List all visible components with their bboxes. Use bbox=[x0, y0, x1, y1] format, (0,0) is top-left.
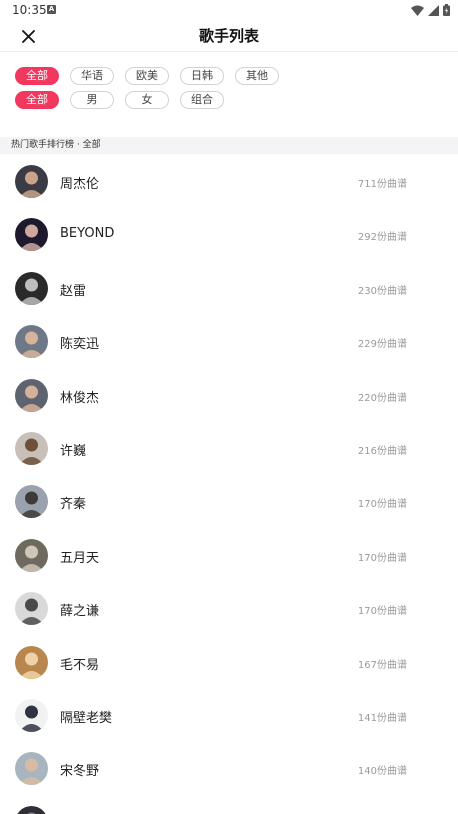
singer-name: BEYOND bbox=[60, 226, 115, 242]
singer-avatar bbox=[15, 645, 48, 679]
singer-list-item[interactable]: 周杰伦 711份曲谱 bbox=[0, 155, 458, 208]
category-filter-row: 全部 华语 欧美 日韩 其他 bbox=[15, 67, 445, 85]
type-filter-chip[interactable]: 组合 bbox=[180, 91, 224, 109]
singer-name: 林俊杰 bbox=[60, 390, 100, 406]
category-filter-chip[interactable]: 欧美 bbox=[125, 67, 169, 85]
singer-avatar bbox=[15, 431, 48, 465]
score-count: 220份曲谱 bbox=[357, 392, 407, 404]
singer-list-item[interactable]: 林俊杰 220份曲谱 bbox=[0, 369, 458, 422]
singer-name: 齐秦 bbox=[60, 497, 87, 513]
score-count: 170份曲谱 bbox=[357, 552, 407, 564]
score-count: 230份曲谱 bbox=[357, 285, 407, 297]
filter-panel: 全部 华语 欧美 日韩 其他 全部男女组合 bbox=[15, 67, 445, 115]
singer-avatar bbox=[15, 218, 48, 252]
status-bar: 10:35 A bbox=[0, 0, 458, 20]
singer-name: 许巍 bbox=[60, 443, 87, 459]
singer-list-item[interactable]: 隔壁老樊 141份曲谱 bbox=[0, 689, 458, 742]
singer-avatar bbox=[15, 698, 48, 732]
singer-avatar bbox=[15, 538, 48, 572]
singer-avatar bbox=[15, 271, 48, 305]
singer-avatar bbox=[15, 165, 48, 198]
score-count: 167份曲谱 bbox=[357, 659, 407, 671]
singer-list: 周杰伦 711份曲谱 BEYOND 292份曲谱赵雷 230份曲谱陈奕迅 229份曲谱林俊… bbox=[0, 155, 458, 814]
wifi-icon bbox=[411, 5, 424, 16]
category-filter-chip[interactable]: 其他 bbox=[235, 67, 279, 85]
score-count: 141份曲谱 bbox=[357, 712, 407, 724]
type-filter-chip[interactable]: 全部 bbox=[15, 91, 59, 109]
singer-list-item[interactable]: 齐秦 170份曲谱 bbox=[0, 475, 458, 528]
cellular-signal-icon bbox=[428, 4, 439, 16]
singer-avatar bbox=[15, 752, 48, 786]
singer-name: 五月天 bbox=[60, 550, 100, 566]
category-filter-chip[interactable]: 全部 bbox=[15, 67, 59, 85]
singer-name: 陈奕迅 bbox=[60, 337, 100, 353]
singer-name: 赵雷 bbox=[60, 283, 87, 299]
singer-name: 宋冬野 bbox=[60, 764, 100, 780]
singer-name: 周杰伦 bbox=[60, 177, 100, 192]
score-count: 229份曲谱 bbox=[357, 339, 407, 351]
battery-icon bbox=[443, 4, 450, 16]
singer-list-item[interactable]: 陈奕迅 229份曲谱 bbox=[0, 315, 458, 368]
status-icons bbox=[411, 3, 450, 17]
singer-list-item[interactable]: 宋冬野 140份曲谱 bbox=[0, 742, 458, 795]
status-time: 10:35 bbox=[12, 3, 47, 17]
category-filter-chip[interactable]: 华语 bbox=[70, 67, 114, 85]
notification-icon: A bbox=[47, 5, 56, 14]
singer-name: 隔壁老樊 bbox=[60, 710, 113, 726]
score-count: 711份曲谱 bbox=[357, 179, 407, 190]
type-filter-chip[interactable]: 男 bbox=[70, 91, 114, 109]
singer-name: 毛不易 bbox=[60, 657, 100, 673]
category-filter-chip[interactable]: 日韩 bbox=[180, 67, 224, 85]
singer-avatar bbox=[15, 378, 48, 412]
header: 歌手列表 bbox=[0, 20, 458, 52]
score-count: 170份曲谱 bbox=[357, 606, 407, 618]
score-count: 292份曲谱 bbox=[357, 232, 407, 244]
singer-list-item[interactable]: 毛不易 167份曲谱 bbox=[0, 636, 458, 689]
singer-list-item[interactable] bbox=[0, 796, 458, 814]
page-title: 歌手列表 bbox=[198, 27, 259, 45]
type-filter-row: 全部男女组合 bbox=[15, 91, 445, 109]
score-count: 216份曲谱 bbox=[357, 445, 407, 457]
section-header: 热门歌手排行榜 · 全部 bbox=[0, 137, 458, 154]
singer-avatar bbox=[15, 485, 48, 519]
singer-list-item[interactable]: 赵雷 230份曲谱 bbox=[0, 262, 458, 315]
singer-list-item[interactable]: 五月天 170份曲谱 bbox=[0, 529, 458, 582]
score-count: 170份曲谱 bbox=[357, 499, 407, 511]
singer-list-item[interactable]: 薛之谦 170份曲谱 bbox=[0, 582, 458, 635]
singer-name: 薛之谦 bbox=[60, 604, 100, 620]
singer-avatar bbox=[15, 805, 48, 814]
singer-avatar bbox=[15, 592, 48, 626]
singer-avatar bbox=[15, 325, 48, 359]
score-count: 140份曲谱 bbox=[357, 766, 407, 778]
type-filter-chip[interactable]: 女 bbox=[125, 91, 169, 109]
singer-list-item[interactable]: BEYOND 292份曲谱 bbox=[0, 208, 458, 261]
singer-list-item[interactable]: 许巍 216份曲谱 bbox=[0, 422, 458, 475]
